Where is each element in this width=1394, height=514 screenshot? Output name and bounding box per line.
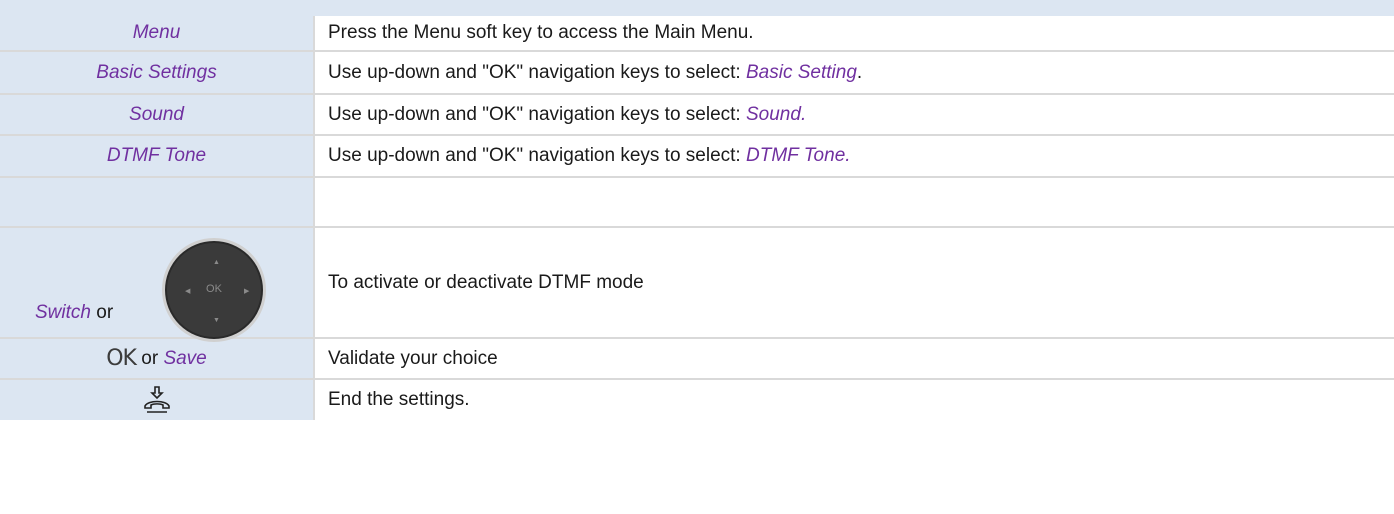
step-key-menu: Menu <box>132 22 181 43</box>
step-description-text: End the settings. <box>328 389 470 410</box>
table-row: OK or Save Validate your choice <box>0 338 1394 380</box>
settings-steps-table: Menu Press the Menu soft key to access t… <box>0 16 1394 420</box>
step-key-basic-settings: Basic Settings <box>96 61 217 83</box>
ok-key-icon: OK <box>106 346 137 371</box>
step-key-cell: OK or Save <box>0 338 315 380</box>
step-description: Use up-down and "OK" navigation keys to … <box>314 135 1394 178</box>
step-description: Validate your choice <box>314 338 1394 380</box>
table-row: DTMF Tone Use up-down and "OK" navigatio… <box>0 135 1394 178</box>
table-row: Basic Settings Use up-down and "OK" navi… <box>0 51 1394 95</box>
step-description-emphasis: DTMF Tone. <box>746 145 851 166</box>
table-header-strip <box>0 0 1394 16</box>
or-text: or <box>90 302 114 323</box>
step-key-sound: Sound <box>129 103 184 125</box>
step-key-cell: Basic Settings <box>0 51 315 95</box>
step-description-text: Validate your choice <box>328 347 498 369</box>
step-key-cell-empty <box>0 177 315 228</box>
step-description-emphasis: Basic Setting <box>746 61 857 83</box>
or-text: or <box>135 348 164 369</box>
step-key-switch: Switch <box>35 302 91 323</box>
step-key-save: Save <box>163 348 207 369</box>
table-row: Switch or ▲ ▼ ◀ ▶ OK To activate or deac… <box>0 227 1394 342</box>
hang-up-icon <box>143 386 170 413</box>
arrow-down-icon: ▼ <box>213 317 220 324</box>
step-description-emphasis: Sound. <box>746 103 807 125</box>
step-key-dtmf-tone: DTMF Tone <box>106 145 207 166</box>
table-row <box>0 177 1394 228</box>
navigation-pad-icon: ▲ ▼ ◀ ▶ OK <box>162 238 266 342</box>
step-description-text: To activate or deactivate DTMF mode <box>328 271 644 293</box>
step-description: Press the Menu soft key to access the Ma… <box>314 16 1394 52</box>
step-key-cell: Sound <box>0 94 315 136</box>
step-key-cell: DTMF Tone <box>0 135 315 178</box>
step-key-cell: Menu <box>0 16 315 52</box>
step-description: To activate or deactivate DTMF mode <box>314 227 1394 339</box>
step-description-text: Use up-down and "OK" navigation keys to … <box>328 61 746 83</box>
step-description-suffix: . <box>856 61 863 83</box>
step-key-cell <box>0 379 315 420</box>
table-row: Menu Press the Menu soft key to access t… <box>0 16 1394 52</box>
arrow-up-icon: ▲ <box>213 259 220 266</box>
nav-pad-ok-label: OK <box>206 283 222 295</box>
step-description-text: Use up-down and "OK" navigation keys to … <box>328 145 746 166</box>
step-description: Use up-down and "OK" navigation keys to … <box>314 94 1394 136</box>
step-description: End the settings. <box>314 379 1394 420</box>
step-description-text: Press the Menu soft key to access the Ma… <box>328 22 754 43</box>
step-key-cell: Switch or ▲ ▼ ◀ ▶ OK <box>0 227 315 342</box>
switch-or-label: Switch or <box>35 302 113 324</box>
step-description-empty <box>314 177 1394 228</box>
table-row: Sound Use up-down and "OK" navigation ke… <box>0 94 1394 136</box>
step-description: Use up-down and "OK" navigation keys to … <box>314 51 1394 95</box>
table-row: End the settings. <box>0 379 1394 420</box>
step-description-text: Use up-down and "OK" navigation keys to … <box>328 103 746 125</box>
